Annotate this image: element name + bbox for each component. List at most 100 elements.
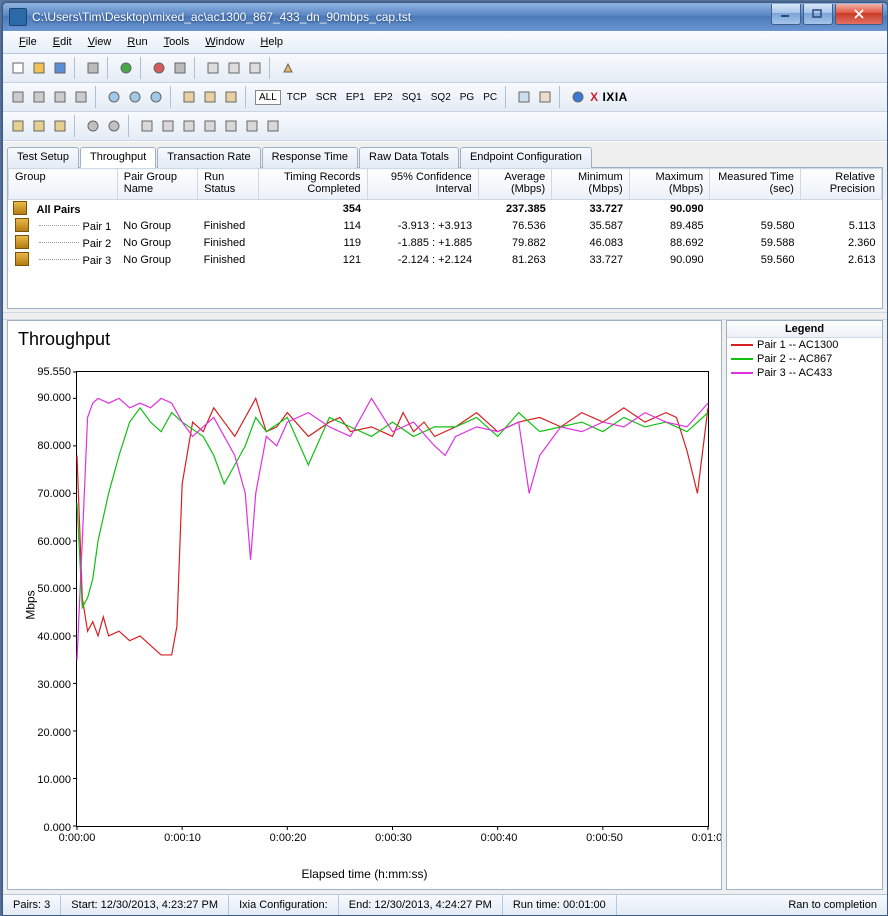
cfg2-icon[interactable] [30, 88, 48, 106]
status-pairs: Pairs: 3 [3, 895, 61, 915]
legend-item[interactable]: Pair 2 -- AC867 [727, 352, 882, 366]
toolbar-3 [3, 112, 887, 141]
col-2[interactable]: Run Status [198, 169, 259, 200]
flag-icon[interactable] [279, 59, 297, 77]
menu-file[interactable]: File [11, 34, 45, 50]
misc1-icon[interactable] [180, 88, 198, 106]
tool-k-icon[interactable] [243, 117, 261, 135]
new-icon[interactable] [9, 59, 27, 77]
y-tick: 20.000 [37, 727, 71, 739]
pause-icon[interactable] [171, 59, 189, 77]
probe3-icon[interactable] [147, 88, 165, 106]
group-scr[interactable]: SCR [313, 91, 340, 104]
col-4[interactable]: 95% Confidence Interval [367, 169, 478, 200]
legend-item[interactable]: Pair 1 -- AC1300 [727, 338, 882, 352]
status-runtime: Run time: 00:01:00 [503, 895, 617, 915]
group-tcp[interactable]: TCP [284, 91, 310, 104]
cfg1-icon[interactable] [9, 88, 27, 106]
table-row[interactable]: Pair 1No GroupFinished114-3.913 : +3.913… [9, 217, 882, 234]
x-tick: 0:00:50 [586, 832, 623, 844]
splitter[interactable] [3, 312, 887, 320]
tab-endpoint-configuration[interactable]: Endpoint Configuration [460, 147, 592, 168]
copy-icon[interactable] [204, 59, 222, 77]
paste-icon[interactable] [225, 59, 243, 77]
title-bar[interactable]: C:\Users\Tim\Desktop\mixed_ac\ac1300_867… [3, 3, 887, 31]
x-tick: 0:00:00 [59, 832, 96, 844]
menu-window[interactable]: Window [197, 34, 252, 50]
window-title: C:\Users\Tim\Desktop\mixed_ac\ac1300_867… [32, 10, 769, 24]
cut-icon[interactable] [246, 59, 264, 77]
table-row[interactable]: Pair 3No GroupFinished121-2.124 : +2.124… [9, 251, 882, 268]
menu-help[interactable]: Help [252, 34, 291, 50]
probe1-icon[interactable] [105, 88, 123, 106]
misc3-icon[interactable] [222, 88, 240, 106]
tool-i-icon[interactable] [201, 117, 219, 135]
x-tick: 0:00:30 [375, 832, 412, 844]
tool-c-icon[interactable] [51, 117, 69, 135]
info-icon[interactable] [569, 88, 587, 106]
group-all[interactable]: ALL [255, 90, 281, 105]
tool-b-icon[interactable] [30, 117, 48, 135]
summary-row[interactable]: All Pairs354237.38533.72790.090 [9, 200, 882, 218]
menu-edit[interactable]: Edit [45, 34, 80, 50]
plot-lines [77, 372, 708, 826]
col-9[interactable]: Relative Precision [800, 169, 881, 200]
save-icon[interactable] [51, 59, 69, 77]
menu-tools[interactable]: Tools [156, 34, 198, 50]
col-3[interactable]: Timing Records Completed [259, 169, 368, 200]
group-sq1[interactable]: SQ1 [399, 91, 425, 104]
open-icon[interactable] [30, 59, 48, 77]
tab-throughput[interactable]: Throughput [80, 147, 156, 168]
y-tick: 30.000 [37, 679, 71, 691]
col-8[interactable]: Measured Time (sec) [710, 169, 801, 200]
menu-run[interactable]: Run [119, 34, 155, 50]
group-pc[interactable]: PC [480, 91, 500, 104]
tableview-icon[interactable] [536, 88, 554, 106]
cfg4-icon[interactable] [72, 88, 90, 106]
results-table: GroupPair Group NameRun StatusTiming Rec… [8, 168, 882, 268]
misc2-icon[interactable] [201, 88, 219, 106]
run-icon[interactable] [117, 59, 135, 77]
tool-d-icon[interactable] [84, 117, 102, 135]
col-6[interactable]: Minimum (Mbps) [552, 169, 629, 200]
results-grid[interactable]: GroupPair Group NameRun StatusTiming Rec… [7, 167, 883, 309]
tool-j-icon[interactable] [222, 117, 240, 135]
menu-view[interactable]: View [80, 34, 120, 50]
chart-panel[interactable]: Throughput Mbps Elapsed time (h:mm:ss) 0… [7, 320, 722, 890]
y-tick: 95.550 [37, 366, 71, 378]
tab-transaction-rate[interactable]: Transaction Rate [157, 147, 260, 168]
col-0[interactable]: Group [9, 169, 118, 200]
plot-area [76, 371, 709, 827]
y-tick: 90.000 [37, 392, 71, 404]
tool-g-icon[interactable] [159, 117, 177, 135]
group-sq2[interactable]: SQ2 [428, 91, 454, 104]
table-row[interactable]: Pair 2No GroupFinished119-1.885 : +1.885… [9, 234, 882, 251]
y-axis-label: Mbps [24, 590, 38, 619]
status-completion: Ran to completion [778, 895, 887, 915]
print-icon[interactable] [84, 59, 102, 77]
group-pg[interactable]: PG [457, 91, 477, 104]
tab-response-time[interactable]: Response Time [262, 147, 358, 168]
close-button[interactable] [835, 4, 883, 25]
tool-e-icon[interactable] [105, 117, 123, 135]
col-7[interactable]: Maximum (Mbps) [629, 169, 709, 200]
maximize-button[interactable] [803, 4, 833, 25]
col-1[interactable]: Pair Group Name [117, 169, 197, 200]
tool-f-icon[interactable] [138, 117, 156, 135]
tool-l-icon[interactable] [264, 117, 282, 135]
group-ep2[interactable]: EP2 [371, 91, 396, 104]
tab-raw-data-totals[interactable]: Raw Data Totals [359, 147, 459, 168]
tab-test-setup[interactable]: Test Setup [7, 147, 79, 168]
group-ep1[interactable]: EP1 [343, 91, 368, 104]
minimize-button[interactable] [771, 4, 801, 25]
stop-icon[interactable] [150, 59, 168, 77]
chartview-icon[interactable] [515, 88, 533, 106]
x-tick: 0:00:10 [164, 832, 201, 844]
probe2-icon[interactable] [126, 88, 144, 106]
tab-strip: Test SetupThroughputTransaction RateResp… [3, 141, 887, 167]
cfg3-icon[interactable] [51, 88, 69, 106]
legend-item[interactable]: Pair 3 -- AC433 [727, 366, 882, 380]
tool-h-icon[interactable] [180, 117, 198, 135]
col-5[interactable]: Average (Mbps) [478, 169, 552, 200]
tool-a-icon[interactable] [9, 117, 27, 135]
